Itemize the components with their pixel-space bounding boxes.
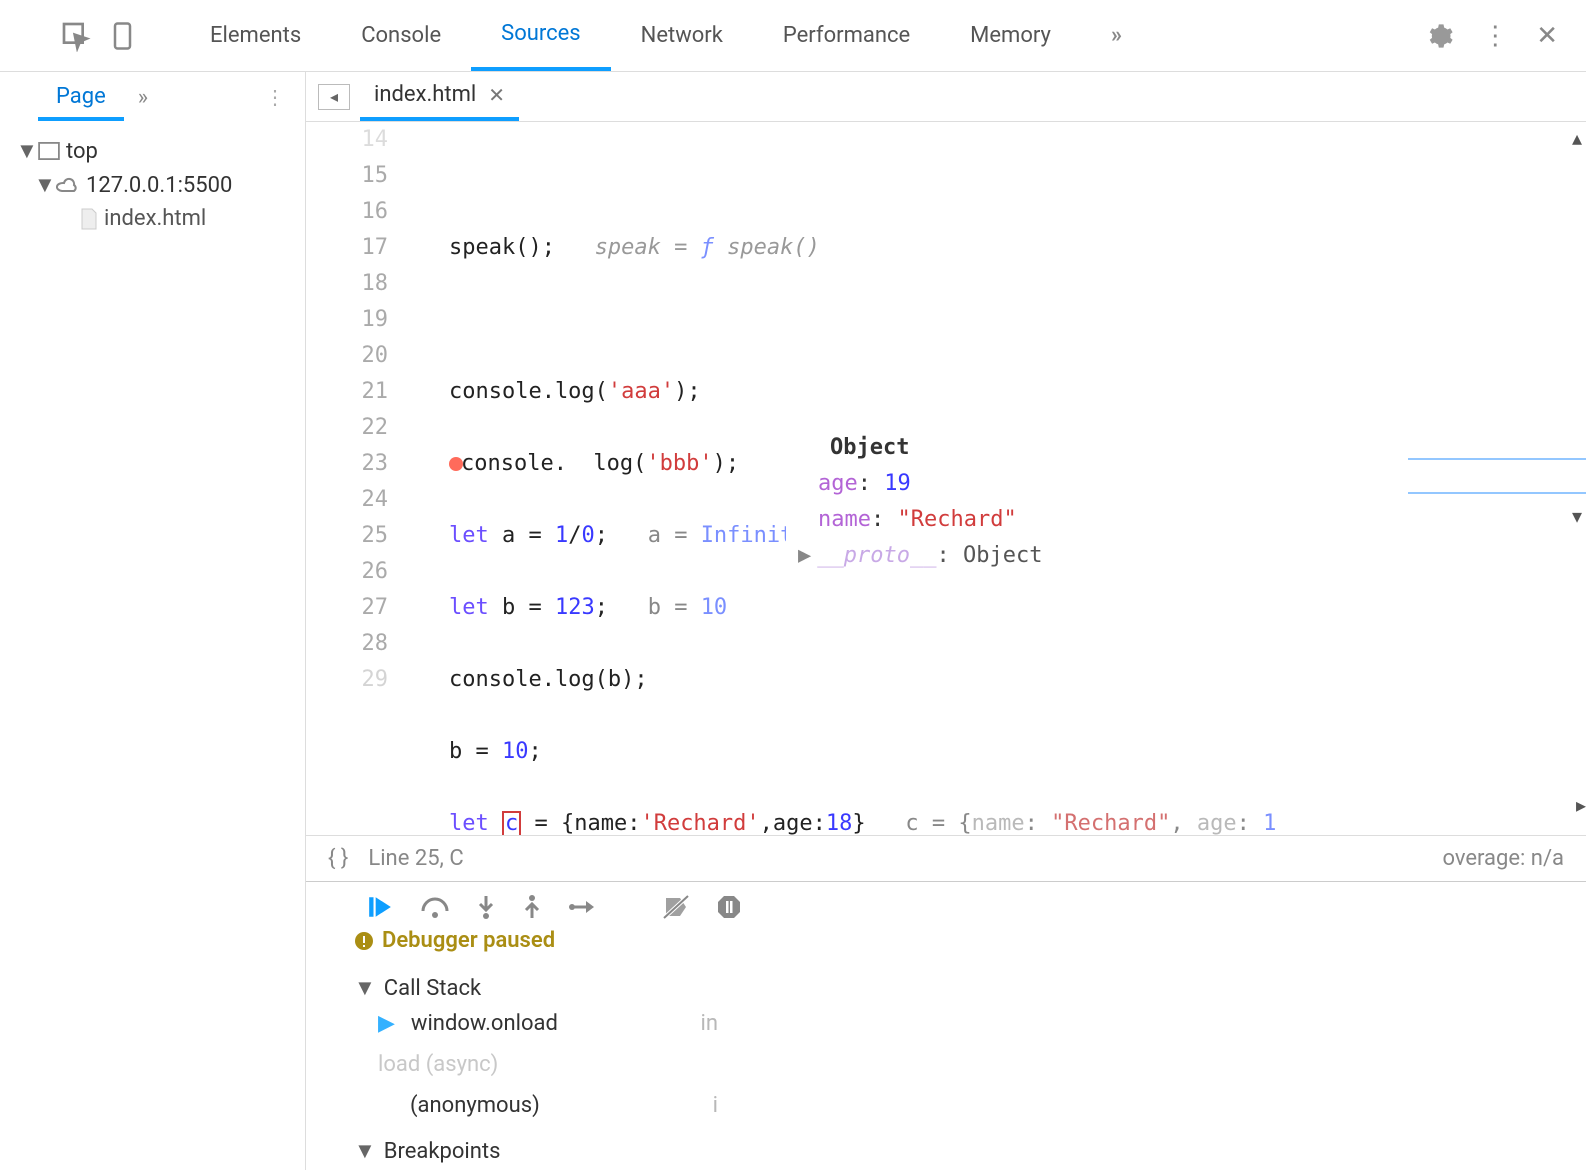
navigator-tabs-overflow-icon[interactable]: » xyxy=(138,85,148,110)
scroll-down-icon[interactable]: ▾ xyxy=(1572,504,1582,528)
pause-on-exceptions-icon[interactable] xyxy=(716,894,742,920)
editor-status-bar: { } Line 25, C overage: n/a xyxy=(306,835,1586,881)
tab-sources[interactable]: Sources xyxy=(471,0,611,71)
tooltip-underline xyxy=(1408,458,1586,460)
kebab-menu-icon[interactable]: ⋮ xyxy=(1482,21,1508,51)
chevron-down-icon: ▼ xyxy=(16,138,32,164)
stack-async-divider: load (async) xyxy=(354,1052,1538,1077)
navigator-panel: Page » ⋮ ▼ top ▼ 127.0.0.1:5500 index.ht… xyxy=(0,72,306,1170)
debugger-panel: Debugger paused ▼ Call Stack ▶ window.on… xyxy=(306,881,1586,1170)
file-tree: ▼ top ▼ 127.0.0.1:5500 index.html xyxy=(0,122,305,247)
step-into-icon[interactable] xyxy=(476,894,496,920)
device-toolbar-icon[interactable] xyxy=(110,20,140,52)
inspect-element-icon[interactable] xyxy=(60,20,92,52)
tab-memory[interactable]: Memory xyxy=(940,0,1081,71)
tree-host-label: 127.0.0.1:5500 xyxy=(86,173,232,198)
chevron-down-icon: ▼ xyxy=(34,172,50,198)
pretty-print-icon[interactable]: { } xyxy=(328,846,348,871)
scroll-up-icon[interactable]: ▴ xyxy=(1572,126,1582,150)
step-over-icon[interactable] xyxy=(420,895,450,919)
line-gutter[interactable]: 14 151617181920212223242526272829 xyxy=(306,122,396,835)
tree-file-label: index.html xyxy=(104,206,206,231)
tab-performance[interactable]: Performance xyxy=(753,0,940,71)
step-out-icon[interactable] xyxy=(522,894,542,920)
panel-tabs: Elements Console Sources Network Perform… xyxy=(180,0,1152,71)
chevron-down-icon: ▼ xyxy=(354,975,376,1001)
settings-icon[interactable] xyxy=(1426,22,1454,50)
tree-top-label: top xyxy=(66,139,98,164)
info-icon xyxy=(354,931,374,951)
stack-frame[interactable]: ▶ window.onload in xyxy=(354,1001,1538,1046)
step-icon[interactable] xyxy=(568,897,598,917)
tab-elements[interactable]: Elements xyxy=(180,0,331,71)
coverage-label: overage: n/a xyxy=(1442,846,1564,871)
devtools-toolbar: Elements Console Sources Network Perform… xyxy=(0,0,1586,72)
tree-file-indexhtml[interactable]: index.html xyxy=(8,202,297,235)
tooltip-underline xyxy=(1408,492,1586,494)
toggle-navigator-icon[interactable]: ◂ xyxy=(318,84,350,110)
debugger-paused-label: Debugger paused xyxy=(382,928,555,953)
tabs-overflow-icon[interactable]: » xyxy=(1081,0,1152,71)
tree-host[interactable]: ▼ 127.0.0.1:5500 xyxy=(8,168,297,202)
call-stack-header[interactable]: ▼ Call Stack xyxy=(354,975,1538,1001)
resume-script-icon[interactable] xyxy=(366,894,394,920)
current-frame-icon: ▶ xyxy=(378,1011,395,1036)
deactivate-breakpoints-icon[interactable] xyxy=(662,894,690,920)
breakpoints-section: ▼ Breakpoints xyxy=(306,1134,1586,1170)
close-tab-icon[interactable]: ✕ xyxy=(488,83,505,107)
editor-panel: ◂ index.html ✕ ▴ ▾ 14 151617181920212223… xyxy=(306,72,1586,1170)
chevron-right-icon: ▶ xyxy=(798,543,811,568)
file-tab-indexhtml[interactable]: index.html ✕ xyxy=(360,72,519,121)
tab-network[interactable]: Network xyxy=(611,0,753,71)
tab-console[interactable]: Console xyxy=(331,0,471,71)
execution-point-icon xyxy=(449,457,463,471)
navigator-menu-icon[interactable]: ⋮ xyxy=(265,85,285,109)
scroll-right-icon[interactable]: ▸ xyxy=(1576,793,1586,817)
cursor-position: Line 25, C xyxy=(368,846,463,871)
tree-top-frame[interactable]: ▼ top xyxy=(8,134,297,168)
breakpoints-header[interactable]: ▼ Breakpoints xyxy=(354,1138,1538,1164)
chevron-down-icon: ▼ xyxy=(354,1138,376,1164)
call-stack-section: ▼ Call Stack ▶ window.onload in load (as… xyxy=(306,965,1586,1134)
code-editor[interactable]: ▴ ▾ 14 151617181920212223242526272829 sp… xyxy=(306,122,1586,835)
tooltip-header: Object xyxy=(794,430,1042,466)
value-tooltip: Object age: 19 name: "Rechard" ▶__proto_… xyxy=(786,430,1042,574)
stack-frame[interactable]: (anonymous) i xyxy=(354,1083,1538,1128)
file-tab-label: index.html xyxy=(374,82,476,107)
navigator-tab-page[interactable]: Page xyxy=(38,74,124,121)
close-devtools-icon[interactable]: ✕ xyxy=(1536,21,1558,51)
tooltip-proto-row[interactable]: ▶__proto__: Object xyxy=(794,538,1042,574)
